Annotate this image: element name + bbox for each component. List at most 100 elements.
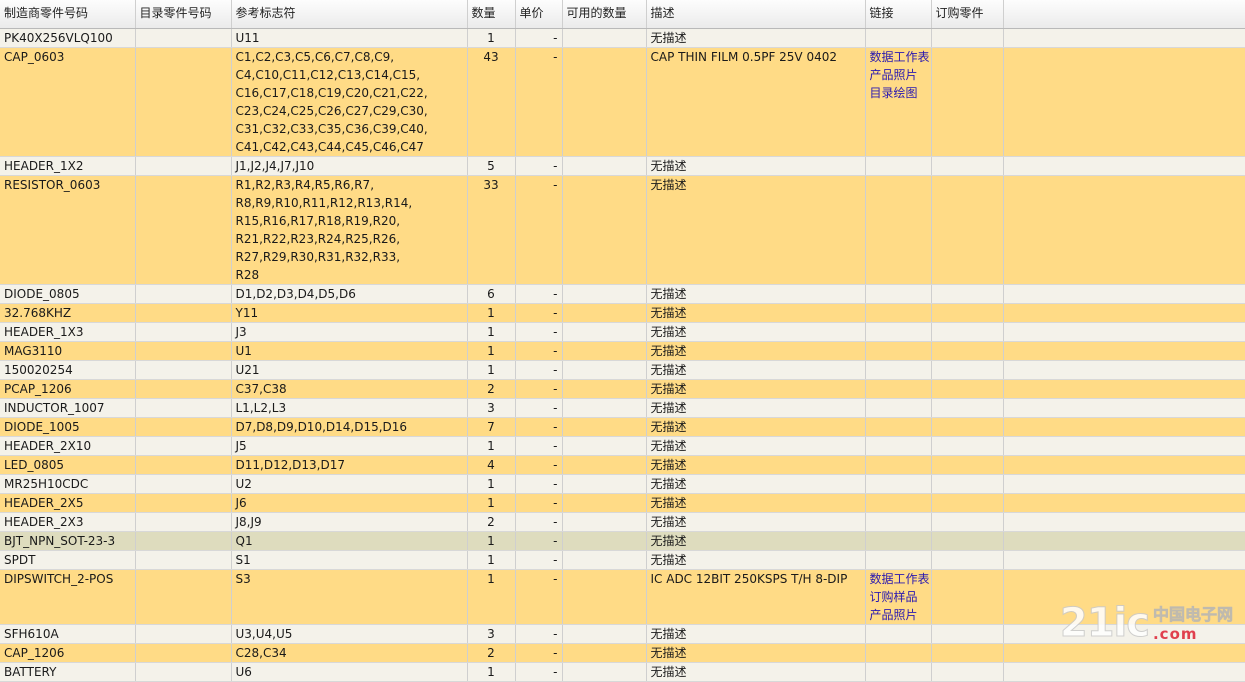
link-item[interactable]: 数据工作表 (870, 570, 930, 588)
cell-available (562, 455, 647, 475)
cell-order[interactable] (931, 550, 1004, 570)
col-header-catalog-part[interactable]: 目录零件号码 (135, 0, 232, 29)
table-row[interactable]: HEADER_2X3 J8,J9 2- 无描述 (0, 512, 1245, 532)
cell-order[interactable] (931, 643, 1004, 663)
col-header-mfr-part[interactable]: 制造商零件号码 (0, 0, 136, 29)
cell-description: 无描述 (646, 474, 866, 494)
cell-order[interactable] (931, 569, 1004, 625)
cell-available (562, 436, 647, 456)
cell-order[interactable] (931, 156, 1004, 176)
table-row[interactable]: SPDT S1 1- 无描述 (0, 550, 1245, 570)
table-row[interactable]: SFH610A U3,U4,U5 3- 无描述 (0, 624, 1245, 644)
cell-unit-price: - (515, 569, 563, 625)
cell-reference: U2 (231, 474, 468, 494)
table-row[interactable]: HEADER_1X2 J1,J2,J4,J7,J10 5- 无描述 (0, 156, 1245, 176)
col-header-quantity[interactable]: 数量 (467, 0, 516, 29)
link-item[interactable]: 产品照片 (870, 606, 927, 624)
table-row[interactable]: DIODE_1005 D7,D8,D9,D10,D14,D15,D16 7- 无描述 (0, 417, 1245, 437)
cell-order[interactable] (931, 28, 1004, 48)
cell-order[interactable] (931, 360, 1004, 380)
cell-available (562, 379, 647, 399)
col-header-filler (1003, 0, 1245, 29)
cell-order[interactable] (931, 47, 1004, 157)
cell-quantity: 1 (467, 474, 516, 494)
table-row[interactable]: HEADER_2X5 J6 1- 无描述 (0, 493, 1245, 513)
cell-description: CAP THIN FILM 0.5PF 25V 0402 (646, 47, 866, 157)
cell-order[interactable] (931, 455, 1004, 475)
cell-catalog-part (135, 662, 232, 682)
cell-description: 无描述 (646, 398, 866, 418)
cell-reference: U3,U4,U5 (231, 624, 468, 644)
table-row[interactable]: DIPSWITCH_2-POS S3 1- IC ADC 12BIT 250KSPS … (0, 569, 1245, 625)
cell-reference: L1,L2,L3 (231, 398, 468, 418)
table-row[interactable]: CAP_1206 C28,C34 2- 无描述 (0, 643, 1245, 663)
cell-description: 无描述 (646, 303, 866, 323)
col-header-order[interactable]: 订购零件 (931, 0, 1004, 29)
cell-unit-price: - (515, 624, 563, 644)
cell-order[interactable] (931, 322, 1004, 342)
cell-mfr-part: INDUCTOR_1007 (0, 398, 136, 418)
col-header-description[interactable]: 描述 (646, 0, 866, 29)
cell-quantity: 6 (467, 284, 516, 304)
cell-reference: C1,C2,C3,C5,C6,C7,C8,C9, C4,C10,C11,C12,C… (231, 47, 468, 157)
table-row[interactable]: BJT_NPN_SOT-23-3 Q1 1- 无描述 (0, 531, 1245, 551)
col-header-available[interactable]: 可用的数量 (562, 0, 647, 29)
col-header-unit-price[interactable]: 单价 (515, 0, 563, 29)
table-row[interactable]: CAP_0603 C1,C2,C3,C5,C6,C7,C8,C9, C4,C10,C… (0, 47, 1245, 157)
table-row[interactable]: PCAP_1206 C37,C38 2- 无描述 (0, 379, 1245, 399)
table-row[interactable]: INDUCTOR_1007 L1,L2,L3 3- 无描述 (0, 398, 1245, 418)
table-row[interactable]: 32.768KHZ Y11 1- 无描述 (0, 303, 1245, 323)
cell-mfr-part: MAG3110 (0, 341, 136, 361)
cell-order[interactable] (931, 436, 1004, 456)
cell-order[interactable] (931, 531, 1004, 551)
cell-available (562, 175, 647, 285)
cell-available (562, 303, 647, 323)
cell-order[interactable] (931, 493, 1004, 513)
cell-quantity: 2 (467, 379, 516, 399)
table-row[interactable]: RESISTOR_0603 R1,R2,R3,R4,R5,R6,R7, R8,R9,… (0, 175, 1245, 285)
cell-filler (1003, 47, 1245, 157)
cell-order[interactable] (931, 341, 1004, 361)
table-row[interactable]: MR25H10CDC U2 1- 无描述 (0, 474, 1245, 494)
cell-reference: U6 (231, 662, 468, 682)
cell-mfr-part: PCAP_1206 (0, 379, 136, 399)
cell-order[interactable] (931, 417, 1004, 437)
cell-catalog-part (135, 284, 232, 304)
cell-order[interactable] (931, 398, 1004, 418)
cell-quantity: 5 (467, 156, 516, 176)
cell-order[interactable] (931, 624, 1004, 644)
cell-order[interactable] (931, 662, 1004, 682)
link-item[interactable]: 订购样品 (870, 588, 927, 606)
table-row[interactable]: PK40X256VLQ100 U11 1- 无描述 (0, 28, 1245, 48)
table-row[interactable]: HEADER_1X3 J3 1- 无描述 (0, 322, 1245, 342)
cell-filler (1003, 512, 1245, 532)
cell-order[interactable] (931, 303, 1004, 323)
cell-available (562, 493, 647, 513)
cell-order[interactable] (931, 512, 1004, 532)
cell-filler (1003, 417, 1245, 437)
link-item[interactable]: 目录绘图 (870, 84, 927, 102)
cell-unit-price: - (515, 341, 563, 361)
cell-order[interactable] (931, 284, 1004, 304)
cell-description: 无描述 (646, 531, 866, 551)
cell-order[interactable] (931, 175, 1004, 285)
col-header-reference[interactable]: 参考标志符 (231, 0, 468, 29)
link-item[interactable]: 产品照片 (870, 66, 927, 84)
col-header-links[interactable]: 链接 (865, 0, 932, 29)
cell-filler (1003, 341, 1245, 361)
cell-description: 无描述 (646, 379, 866, 399)
table-row[interactable]: HEADER_2X10 J5 1- 无描述 (0, 436, 1245, 456)
table-row[interactable]: DIODE_0805 D1,D2,D3,D4,D5,D6 6- 无描述 (0, 284, 1245, 304)
cell-reference: C37,C38 (231, 379, 468, 399)
cell-available (562, 28, 647, 48)
cell-description: 无描述 (646, 28, 866, 48)
link-item[interactable]: 数据工作表 (870, 48, 930, 66)
cell-order[interactable] (931, 474, 1004, 494)
cell-mfr-part: 32.768KHZ (0, 303, 136, 323)
table-row[interactable]: 150020254 U21 1- 无描述 (0, 360, 1245, 380)
table-row[interactable]: LED_0805 D11,D12,D13,D17 4- 无描述 (0, 455, 1245, 475)
table-row[interactable]: BATTERY U6 1- 无描述 (0, 662, 1245, 682)
cell-order[interactable] (931, 379, 1004, 399)
table-row[interactable]: MAG3110 U1 1- 无描述 (0, 341, 1245, 361)
cell-catalog-part (135, 398, 232, 418)
